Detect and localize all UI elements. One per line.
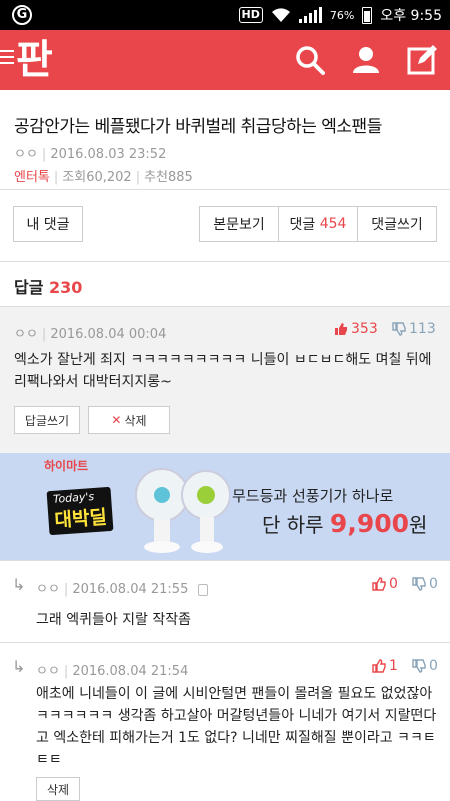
dislike-count: 0 xyxy=(429,658,438,674)
thumbs-up-icon xyxy=(372,659,386,673)
my-comments-button[interactable]: 내 댓글 xyxy=(13,206,83,242)
dislike-count: 0 xyxy=(429,576,438,592)
post-header: 공감안가는 베플됐다가 바퀴벌레 취급당하는 엑소팬들 ㅇㅇ | 2016.08.0… xyxy=(0,90,450,190)
ad-line2-prefix: 단 하루 xyxy=(262,513,324,537)
reply-author: ㅇㅇ xyxy=(36,582,60,597)
post-title: 공감안가는 베플됐다가 바퀴벌레 취급당하는 엑소팬들 xyxy=(14,117,382,137)
lock-icon xyxy=(198,583,209,596)
reply-meta: ㅇㅇ | 2016.08.04 21:55 xyxy=(36,578,209,597)
reply-item: ↳ ㅇㅇ | 2016.08.04 21:55 0 0 그래 엑퀴들아 지랄 작작좀 xyxy=(0,560,450,640)
delete-button[interactable]: 삭제 xyxy=(36,777,80,801)
signal-icon xyxy=(298,7,322,23)
replies-label: 답글 xyxy=(14,278,44,297)
app-notification-icon: G xyxy=(12,5,32,25)
delete-button[interactable]: ✕ 삭제 xyxy=(88,406,170,434)
app-bar: 판 xyxy=(0,30,450,90)
reply-text: 그래 엑퀴들아 지랄 작작좀 xyxy=(36,612,192,628)
ad-line2: 단 하루 9,900원 xyxy=(262,509,427,538)
delete-label: 삭제 xyxy=(124,413,147,428)
hd-voice-icon: HD xyxy=(238,7,263,23)
post-category[interactable]: 엔터톡 xyxy=(14,170,50,185)
thumbs-down-icon xyxy=(412,659,426,673)
reply-date: 2016.08.04 21:55 xyxy=(72,582,189,597)
ad-badge: Today's 대박딜 xyxy=(46,486,114,536)
fan-product-image xyxy=(135,468,230,553)
reply-author: ㅇㅇ xyxy=(36,664,60,679)
comment-text: 엑소가 잘난게 죄지 ㅋㅋㅋㅋㅋㅋㅋㅋㅋ 니들이 ㅂㄷㅂㄷ해도 며칠 뒤에 리팩… xyxy=(14,352,432,390)
thumbs-up-icon xyxy=(335,323,347,335)
section-divider xyxy=(0,261,450,262)
comment-date: 2016.08.04 00:04 xyxy=(50,327,167,342)
menu-icon[interactable] xyxy=(0,50,14,68)
post-author: ㅇㅇ xyxy=(14,147,38,162)
reply-button[interactable]: 답글쓰기 xyxy=(14,406,80,434)
post-views: 조회60,202 xyxy=(62,170,132,185)
search-icon[interactable] xyxy=(294,44,326,76)
dislike-button[interactable]: 113 xyxy=(392,321,436,337)
clock: 오후 9:55 xyxy=(380,8,442,24)
wifi-icon xyxy=(271,8,290,22)
replies-header: 답글 230 xyxy=(14,274,82,298)
like-button[interactable]: 353 xyxy=(334,321,378,337)
like-count: 1 xyxy=(389,658,398,674)
ad-banner[interactable]: 하이마트 Today's 대박딜 무드등과 선풍기가 하나로 단 하루 9,90… xyxy=(0,453,450,560)
thumbs-down-icon xyxy=(392,322,406,336)
reply-date: 2016.08.04 21:54 xyxy=(72,664,189,679)
dislike-button[interactable]: 0 xyxy=(412,658,438,674)
like-button[interactable]: 0 xyxy=(372,576,398,592)
ad-badge-main: 대박딜 xyxy=(53,506,108,532)
best-comment: ㅇㅇ | 2016.08.04 00:04 353 113 엑소가 잘난게 죄지 ㅋ… xyxy=(0,306,450,453)
reply-arrow-icon: ↳ xyxy=(12,575,26,594)
ad-price: 9,900 xyxy=(329,509,409,538)
reply-item: ↳ ㅇㅇ | 2016.08.04 21:54 1 0 애초에 니네들이 이 글에 … xyxy=(0,642,450,801)
ad-line1: 무드등과 선풍기가 하나로 xyxy=(232,487,394,505)
like-count: 353 xyxy=(351,321,378,337)
thumbs-down-icon xyxy=(412,577,426,591)
reply-arrow-icon: ↳ xyxy=(12,657,26,676)
comment-author: ㅇㅇ xyxy=(14,327,38,342)
battery-icon xyxy=(362,6,373,24)
brand-logo[interactable]: 판 xyxy=(16,32,53,88)
write-comment-button[interactable]: 댓글쓰기 xyxy=(357,206,437,242)
dislike-button[interactable]: 0 xyxy=(412,576,438,592)
post-meta: ㅇㅇ | 2016.08.03 23:52 xyxy=(14,147,167,162)
action-row: 내 댓글 본문보기 댓글 454 댓글쓰기 xyxy=(0,206,450,260)
comment-meta: ㅇㅇ | 2016.08.04 00:04 xyxy=(14,327,167,342)
ad-currency: 원 xyxy=(409,513,428,537)
like-button[interactable]: 1 xyxy=(372,658,398,674)
compose-icon[interactable] xyxy=(406,44,438,76)
battery-percent: 76% xyxy=(329,8,355,22)
user-icon[interactable] xyxy=(350,44,382,76)
comments-label: 댓글 xyxy=(289,217,316,233)
comments-button[interactable]: 댓글 454 xyxy=(278,206,358,242)
comments-count: 454 xyxy=(319,216,347,232)
status-bar: G HD 76% 오후 9:55 xyxy=(0,0,450,30)
view-body-button[interactable]: 본문보기 xyxy=(199,206,279,242)
like-count: 0 xyxy=(389,576,398,592)
ad-brand: 하이마트 xyxy=(44,459,89,473)
post-recommend: 추천885 xyxy=(144,170,193,185)
post-date: 2016.08.03 23:52 xyxy=(50,147,167,162)
reply-meta: ㅇㅇ | 2016.08.04 21:54 xyxy=(36,664,189,679)
thumbs-up-icon xyxy=(372,577,386,591)
post-stats: 엔터톡 | 조회60,202 | 추천885 xyxy=(14,170,193,185)
close-icon: ✕ xyxy=(111,413,122,427)
dislike-count: 113 xyxy=(409,321,436,337)
replies-count: 230 xyxy=(49,278,83,297)
reply-text: 애초에 니네들이 이 글에 시비안털면 팬들이 몰려올 필요도 없었잖아 ㅋㅋㅋ… xyxy=(36,686,437,768)
